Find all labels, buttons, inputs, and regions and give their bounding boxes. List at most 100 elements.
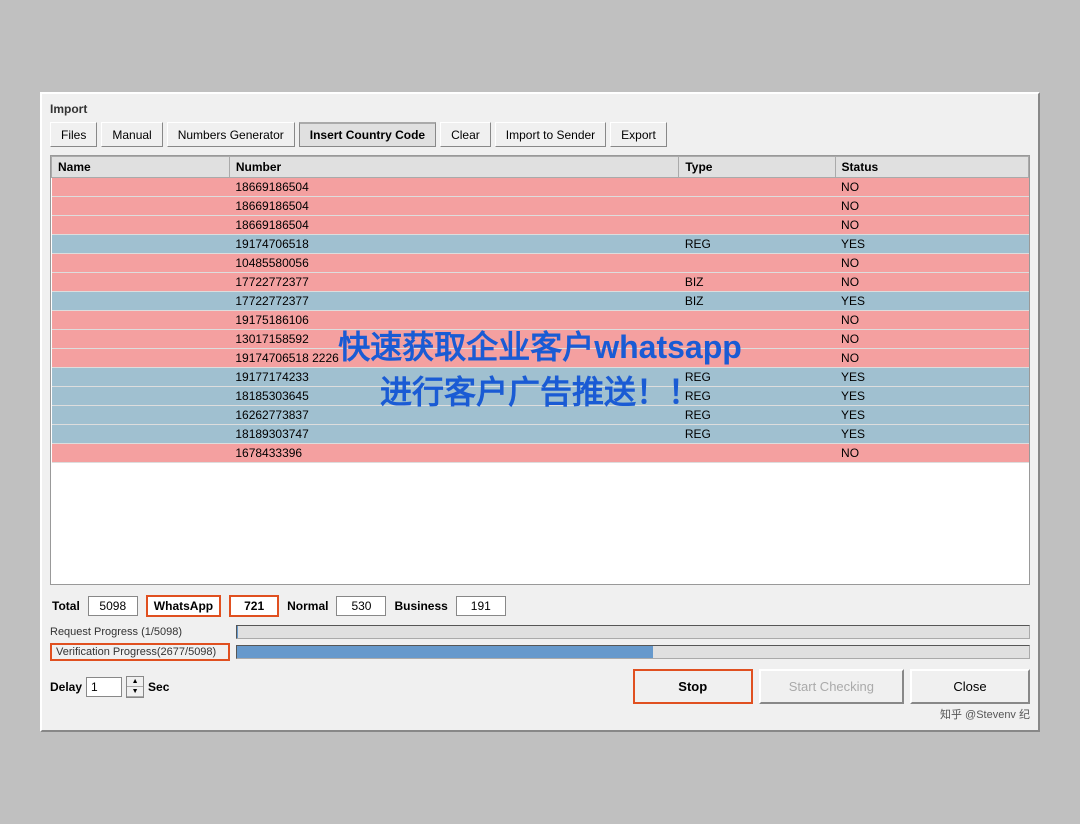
cell-status: NO <box>835 254 1028 273</box>
delay-spinner[interactable]: ▲ ▼ <box>126 676 144 698</box>
cell-name <box>52 349 230 368</box>
cell-type <box>679 444 835 463</box>
close-button[interactable]: Close <box>910 669 1030 704</box>
cell-name <box>52 406 230 425</box>
cell-type <box>679 254 835 273</box>
table-row: 18189303747REGYES <box>52 425 1029 444</box>
export-button[interactable]: Export <box>610 122 667 147</box>
cell-number: 16262773837 <box>229 406 678 425</box>
cell-number: 19177174233 <box>229 368 678 387</box>
cell-name <box>52 254 230 273</box>
spinner-down[interactable]: ▼ <box>127 687 143 697</box>
cell-number: 13017158592 <box>229 330 678 349</box>
import-to-sender-button[interactable]: Import to Sender <box>495 122 606 147</box>
data-table: Name Number Type Status 18669186504NO186… <box>51 156 1029 463</box>
total-label: Total <box>52 599 80 613</box>
cell-status: NO <box>835 330 1028 349</box>
cell-name <box>52 444 230 463</box>
cell-type <box>679 311 835 330</box>
cell-number: 18189303747 <box>229 425 678 444</box>
whatsapp-label: WhatsApp <box>146 595 221 617</box>
delay-input[interactable] <box>86 677 122 697</box>
cell-status: NO <box>835 349 1028 368</box>
cell-number: 19175186106 <box>229 311 678 330</box>
verification-progress-bar <box>236 645 1030 659</box>
delay-unit: Sec <box>148 680 169 694</box>
table-row: 10485580056 NO <box>52 254 1029 273</box>
table-row: 17722772377BIZYES <box>52 292 1029 311</box>
data-table-container[interactable]: 快速获取企业客户whatsapp 进行客户广告推送！！ Name Number … <box>50 155 1030 585</box>
cell-type: REG <box>679 406 835 425</box>
cell-status: NO <box>835 216 1028 235</box>
cell-name <box>52 368 230 387</box>
cell-number: 18669186504 <box>229 178 678 197</box>
cell-status: YES <box>835 425 1028 444</box>
files-button[interactable]: Files <box>50 122 97 147</box>
insert-country-code-button[interactable]: Insert Country Code <box>299 122 436 147</box>
cell-name <box>52 330 230 349</box>
cell-type <box>679 197 835 216</box>
table-row: 13017158592 NO <box>52 330 1029 349</box>
numbers-generator-button[interactable]: Numbers Generator <box>167 122 295 147</box>
cell-number: 19174706518 <box>229 235 678 254</box>
cell-name <box>52 235 230 254</box>
table-row: 18669186504NO <box>52 216 1029 235</box>
manual-button[interactable]: Manual <box>101 122 162 147</box>
table-row: 1678433396NO <box>52 444 1029 463</box>
stop-button[interactable]: Stop <box>633 669 753 704</box>
request-progress-row: Request Progress (1/5098) <box>50 625 1030 639</box>
cell-status: YES <box>835 387 1028 406</box>
cell-status: NO <box>835 197 1028 216</box>
cell-type: BIZ <box>679 292 835 311</box>
status-bar: Total 5098 WhatsApp 721 Normal 530 Busin… <box>50 591 1030 621</box>
col-status: Status <box>835 157 1028 178</box>
cell-number: 19174706518 2226 <box>229 349 678 368</box>
delay-group: Delay ▲ ▼ Sec <box>50 676 169 698</box>
verification-progress-row: Verification Progress(2677/5098) <box>50 643 1030 661</box>
attribution: 知乎 @Stevenv 纪 <box>50 706 1030 722</box>
cell-type: REG <box>679 368 835 387</box>
cell-number: 18669186504 <box>229 197 678 216</box>
progress-section: Request Progress (1/5098) Verification P… <box>50 625 1030 661</box>
start-checking-button[interactable]: Start Checking <box>759 669 904 704</box>
col-name: Name <box>52 157 230 178</box>
cell-number: 17722772377 <box>229 292 678 311</box>
cell-type: BIZ <box>679 273 835 292</box>
cell-name <box>52 311 230 330</box>
cell-type: REG <box>679 235 835 254</box>
table-row: 19174706518 2226 NO <box>52 349 1029 368</box>
request-progress-bar <box>236 625 1030 639</box>
normal-label: Normal <box>287 599 328 613</box>
normal-value: 530 <box>336 596 386 616</box>
cell-name <box>52 216 230 235</box>
table-row: 19174706518REGYES <box>52 235 1029 254</box>
table-row: 17722772377BIZNO <box>52 273 1029 292</box>
verification-progress-label: Verification Progress(2677/5098) <box>50 643 230 661</box>
business-label: Business <box>394 599 447 613</box>
table-row: 19175186106NO <box>52 311 1029 330</box>
cell-status: NO <box>835 178 1028 197</box>
cell-type <box>679 330 835 349</box>
cell-type <box>679 178 835 197</box>
cell-status: YES <box>835 368 1028 387</box>
delay-label: Delay <box>50 680 82 694</box>
table-row: 19177174233REGYES <box>52 368 1029 387</box>
whatsapp-value: 721 <box>229 595 279 617</box>
cell-name <box>52 425 230 444</box>
bottom-bar: Delay ▲ ▼ Sec Stop Start Checking Close <box>50 669 1030 704</box>
cell-number: 1678433396 <box>229 444 678 463</box>
clear-button[interactable]: Clear <box>440 122 491 147</box>
table-row: 18669186504 NO <box>52 197 1029 216</box>
table-row: 18185303645REGYES <box>52 387 1029 406</box>
cell-type: REG <box>679 425 835 444</box>
table-row: 18669186504 NO <box>52 178 1029 197</box>
spinner-up[interactable]: ▲ <box>127 677 143 687</box>
bottom-buttons: Stop Start Checking Close <box>633 669 1030 704</box>
cell-name <box>52 387 230 406</box>
table-row: 16262773837REGYES <box>52 406 1029 425</box>
col-type: Type <box>679 157 835 178</box>
business-value: 191 <box>456 596 506 616</box>
cell-number: 10485580056 <box>229 254 678 273</box>
cell-name <box>52 292 230 311</box>
cell-type: REG <box>679 387 835 406</box>
